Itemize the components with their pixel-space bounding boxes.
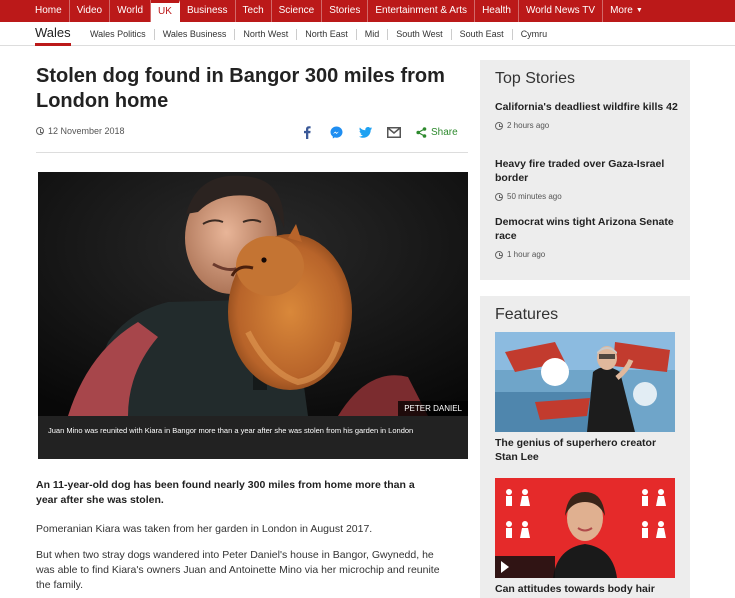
article-intro: An 11-year-old dog has been found nearly…: [36, 479, 415, 506]
nav-item-world-news-tv[interactable]: World News TV: [519, 0, 604, 22]
stan-lee-photo: [495, 332, 675, 432]
body-hair-video-thumbnail: [495, 478, 675, 578]
article-date: 12 November 2018: [36, 126, 125, 136]
feature-image-body-hair[interactable]: [495, 478, 675, 578]
chevron-down-icon: ▼: [635, 7, 643, 14]
top-story-time: 50 minutes ago: [495, 192, 680, 201]
subnav-item-mid[interactable]: Mid: [355, 29, 388, 40]
clock-icon: [495, 121, 503, 130]
clock-icon: [495, 250, 503, 259]
article-paragraph: But when two stray dogs wandered into Pe…: [36, 549, 440, 591]
nav-item-uk[interactable]: UK: [151, 0, 180, 22]
top-story-time: 1 hour ago: [495, 250, 680, 259]
subnav-item-wales-politics[interactable]: Wales Politics: [82, 29, 154, 40]
top-story-time: 2 hours ago: [495, 121, 680, 130]
email-icon[interactable]: [387, 125, 401, 139]
clock-icon: [495, 192, 503, 201]
dog-owner-photo: [38, 172, 468, 416]
subnav-links: Wales Politics Wales Business North West…: [82, 29, 555, 40]
top-story-time-text: 2 hours ago: [507, 121, 550, 130]
nav-item-video[interactable]: Video: [70, 0, 111, 22]
nav-item-home[interactable]: Home: [28, 0, 70, 22]
share-label: Share: [431, 126, 458, 138]
subnav-item-south-east[interactable]: South East: [450, 29, 512, 40]
image-credit: PETER DANIEL: [398, 401, 468, 416]
top-nav-items: Home Video World UK Business Tech Scienc…: [28, 0, 650, 22]
top-stories-title: Top Stories: [495, 70, 576, 87]
article-date-text: 12 November 2018: [48, 126, 125, 136]
top-navigation: Home Video World UK Business Tech Scienc…: [0, 0, 735, 22]
article-paragraph: Pomeranian Kiara was taken from her gard…: [36, 523, 373, 535]
features-panel: Features The genius of superhero creator…: [480, 296, 690, 598]
subnav-item-north-east[interactable]: North East: [296, 29, 356, 40]
top-story-item[interactable]: California's deadliest wildfire kills 42…: [495, 100, 680, 130]
top-story-item[interactable]: Democrat wins tight Arizona Senate race …: [495, 215, 680, 259]
header-divider: [36, 152, 468, 153]
top-stories-panel: Top Stories California's deadliest wildf…: [480, 60, 690, 280]
top-story-title[interactable]: Democrat wins tight Arizona Senate race: [495, 215, 680, 243]
features-title: Features: [495, 306, 559, 323]
top-story-time-text: 1 hour ago: [507, 250, 546, 259]
subnav-item-wales-business[interactable]: Wales Business: [153, 29, 235, 40]
nav-item-science[interactable]: Science: [272, 0, 323, 22]
share-button[interactable]: Share: [416, 127, 458, 138]
feature-image-stan-lee[interactable]: [495, 332, 675, 432]
top-story-title[interactable]: California's deadliest wildfire kills 42: [495, 100, 680, 114]
nav-item-tech[interactable]: Tech: [236, 0, 272, 22]
nav-item-business[interactable]: Business: [180, 0, 236, 22]
facebook-icon[interactable]: [300, 125, 314, 139]
nav-item-world[interactable]: World: [110, 0, 152, 22]
nav-item-health[interactable]: Health: [475, 0, 519, 22]
share-tools: Share: [300, 124, 458, 140]
top-story-title[interactable]: Heavy fire traded over Gaza-Israel borde…: [495, 157, 680, 185]
nav-item-entertainment-arts[interactable]: Entertainment & Arts: [368, 0, 476, 22]
subnav-item-north-west[interactable]: North West: [234, 29, 296, 40]
feature-title[interactable]: Can attitudes towards body hair: [495, 582, 680, 596]
subnav-home-wales[interactable]: Wales: [35, 25, 71, 46]
messenger-icon[interactable]: [329, 125, 343, 139]
article-image: PETER DANIEL: [38, 172, 468, 416]
clock-icon: [36, 127, 44, 135]
nav-item-stories[interactable]: Stories: [322, 0, 369, 22]
nav-item-more[interactable]: More ▼: [603, 0, 650, 22]
subnav-item-cymru[interactable]: Cymru: [511, 29, 556, 40]
subnav-item-south-west[interactable]: South West: [387, 29, 450, 40]
twitter-icon[interactable]: [358, 125, 372, 139]
share-icon: [416, 126, 427, 138]
feature-title[interactable]: The genius of superhero creator Stan Lee: [495, 436, 680, 464]
sub-navigation: Wales Wales Politics Wales Business Nort…: [0, 22, 735, 46]
top-story-time-text: 50 minutes ago: [507, 192, 562, 201]
article-headline: Stolen dog found in Bangor 300 miles fro…: [36, 65, 445, 112]
image-caption: Juan Mino was reunited with Kiara in Ban…: [38, 416, 468, 459]
nav-more-label: More: [610, 5, 633, 16]
top-story-item[interactable]: Heavy fire traded over Gaza-Israel borde…: [495, 157, 680, 201]
